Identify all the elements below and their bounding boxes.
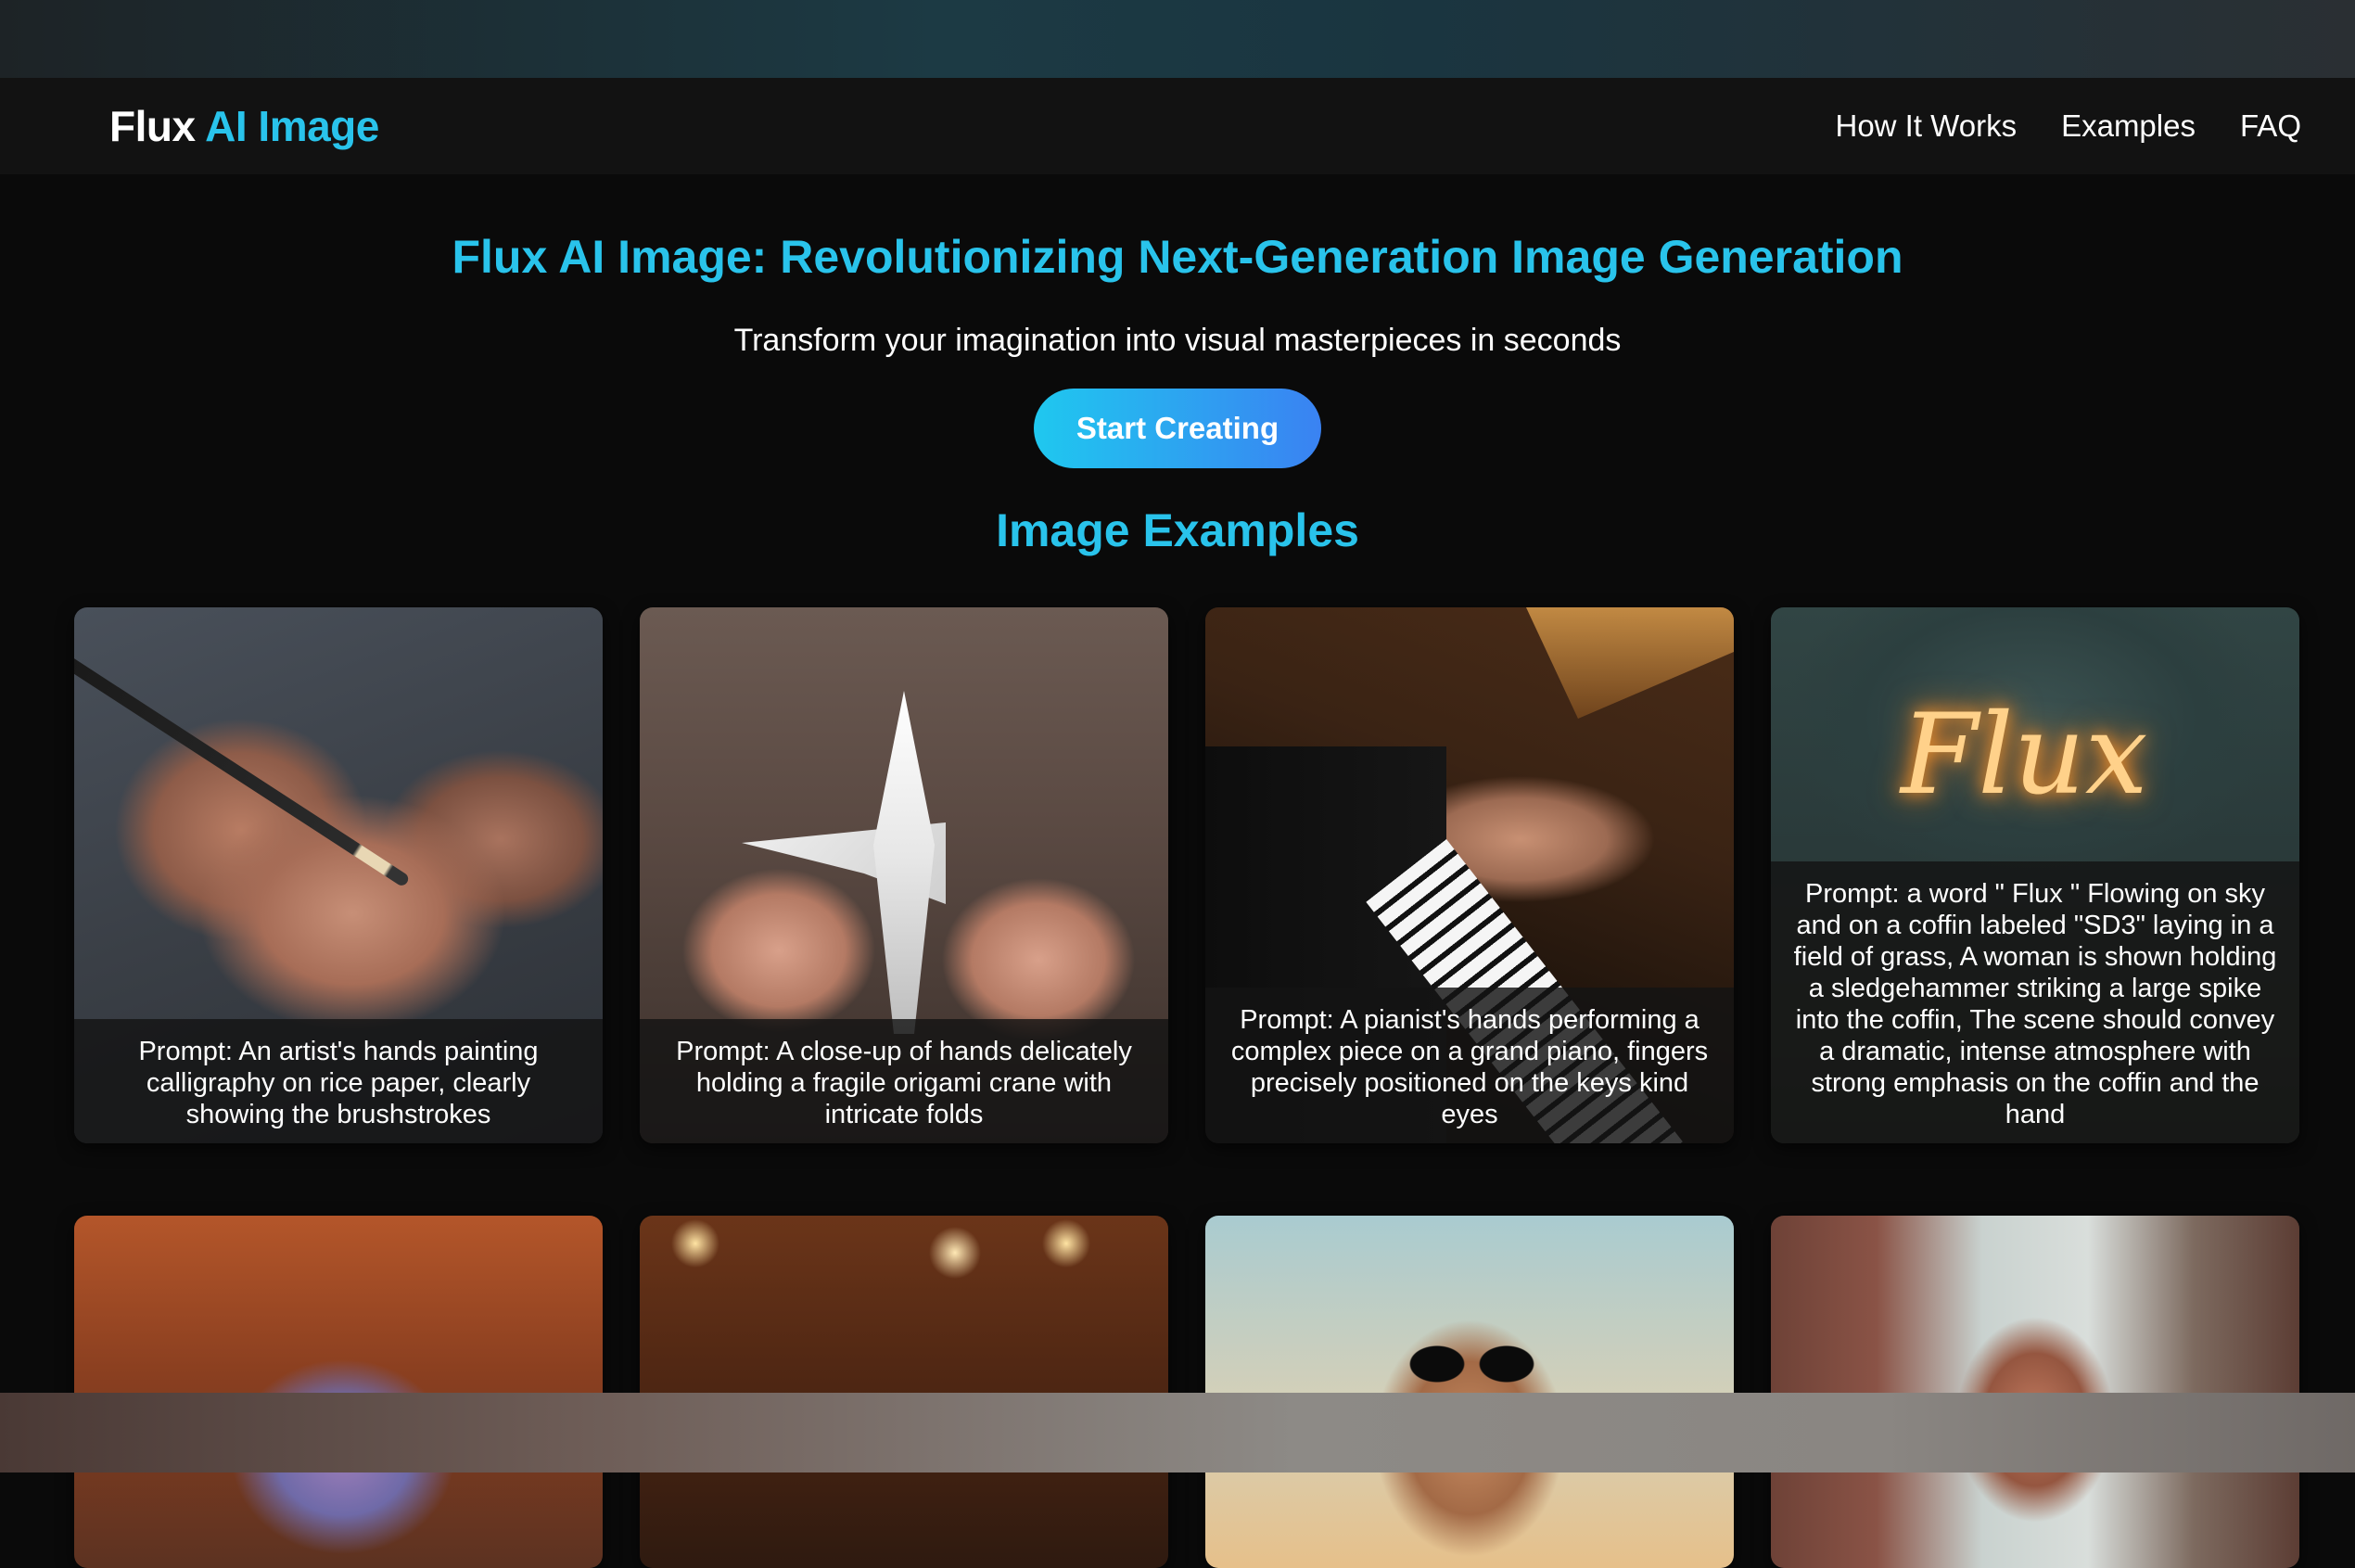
hero-subtitle: Transform your imagination into visual m… bbox=[733, 323, 1622, 358]
nav-link-faq[interactable]: FAQ bbox=[2240, 108, 2301, 144]
example-card-8[interactable] bbox=[1771, 1216, 2299, 1568]
example-card-4[interactable]: Flux Prompt: a word " Flux " Flowing on … bbox=[1771, 607, 2299, 1143]
image-examples-title: Image Examples bbox=[996, 504, 1359, 556]
example-caption-3: Prompt: A pianist's hands performing a c… bbox=[1205, 988, 1734, 1143]
example-card-1[interactable]: Prompt: An artist's hands painting calli… bbox=[74, 607, 603, 1143]
example-image-sunglasses-man-city bbox=[1205, 1216, 1734, 1568]
pencil-shape bbox=[74, 655, 411, 888]
example-card-7[interactable] bbox=[1205, 1216, 1734, 1568]
piano-lid-shape bbox=[1526, 607, 1734, 719]
logo-text-ai-image: AI Image bbox=[205, 102, 379, 150]
example-caption-4: Prompt: a word " Flux " Flowing on sky a… bbox=[1771, 861, 2299, 1143]
example-caption-1: Prompt: An artist's hands painting calli… bbox=[74, 1019, 603, 1143]
nav-links: How It Works Examples FAQ bbox=[1835, 108, 2301, 144]
hero-section: Flux AI Image: Revolutionizing Next-Gene… bbox=[0, 174, 2355, 557]
start-creating-button[interactable]: Start Creating bbox=[1034, 389, 1321, 468]
example-card-5[interactable] bbox=[74, 1216, 603, 1568]
example-caption-2: Prompt: A close-up of hands delicately h… bbox=[640, 1019, 1168, 1143]
site-logo[interactable]: Flux AI Image bbox=[109, 101, 379, 151]
example-image-street-man bbox=[1771, 1216, 2299, 1568]
hero-title: Flux AI Image: Revolutionizing Next-Gene… bbox=[452, 231, 1903, 283]
navbar: Flux AI Image How It Works Examples FAQ bbox=[0, 78, 2355, 174]
example-image-cafe-scene bbox=[640, 1216, 1168, 1568]
browser-top-strip bbox=[0, 0, 2355, 78]
sunglasses-shape bbox=[1409, 1345, 1534, 1383]
nav-link-how-it-works[interactable]: How It Works bbox=[1835, 108, 2017, 144]
example-card-2[interactable]: Prompt: A close-up of hands delicately h… bbox=[640, 607, 1168, 1143]
example-card-6[interactable] bbox=[640, 1216, 1168, 1568]
example-image-purple-hair-portrait bbox=[74, 1216, 603, 1568]
nav-link-examples[interactable]: Examples bbox=[2061, 108, 2196, 144]
logo-text-flux: Flux bbox=[109, 102, 196, 150]
bottom-overlay-bar bbox=[0, 1393, 2355, 1472]
example-card-3[interactable]: Prompt: A pianist's hands performing a c… bbox=[1205, 607, 1734, 1143]
flux-glow-text: Flux bbox=[1901, 691, 2148, 820]
